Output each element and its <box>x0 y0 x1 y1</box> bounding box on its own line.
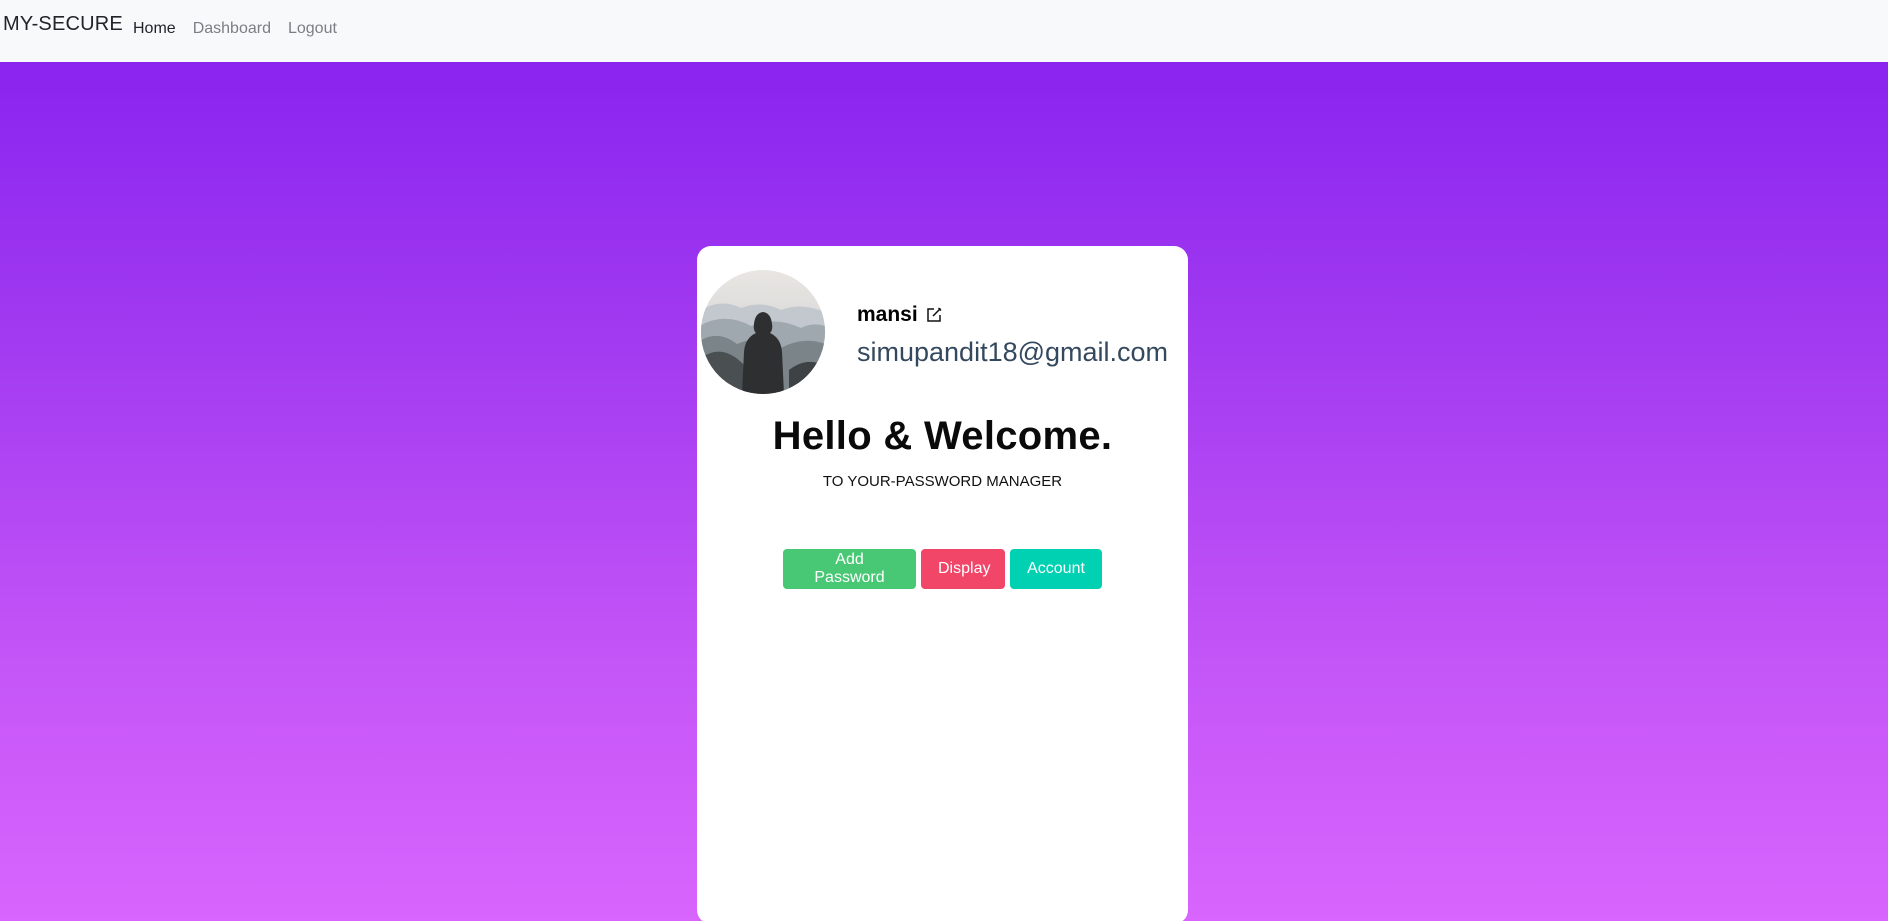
account-button[interactable]: Account <box>1010 549 1102 589</box>
avatar <box>701 270 825 394</box>
nav-link-logout[interactable]: Logout <box>288 20 337 38</box>
nav-links: Home Dashboard Logout <box>133 20 354 38</box>
profile-card: mansi simupandit18@gmail.com Hello & Wel… <box>697 246 1188 924</box>
action-buttons: Add Password Display Account <box>783 549 1102 589</box>
welcome-subtitle: TO YOUR-PASSWORD MANAGER <box>822 473 1063 490</box>
brand-logo-text[interactable]: MY-SECURE <box>3 13 123 36</box>
gradient-background: mansi simupandit18@gmail.com Hello & Wel… <box>0 62 1888 924</box>
nav-link-dashboard[interactable]: Dashboard <box>193 20 271 38</box>
add-password-button[interactable]: Add Password <box>783 549 916 589</box>
hooded-person-mountains-photo <box>701 270 825 394</box>
username-row: mansi <box>857 303 943 327</box>
nav-link-home[interactable]: Home <box>133 20 176 38</box>
edit-icon[interactable] <box>925 306 943 324</box>
welcome-heading: Hello & Welcome. <box>772 414 1113 458</box>
username: mansi <box>857 303 918 326</box>
top-navbar: MY-SECURE Home Dashboard Logout <box>0 0 1888 62</box>
display-button[interactable]: Display <box>921 549 1005 589</box>
user-email: simupandit18@gmail.com <box>857 337 1169 367</box>
